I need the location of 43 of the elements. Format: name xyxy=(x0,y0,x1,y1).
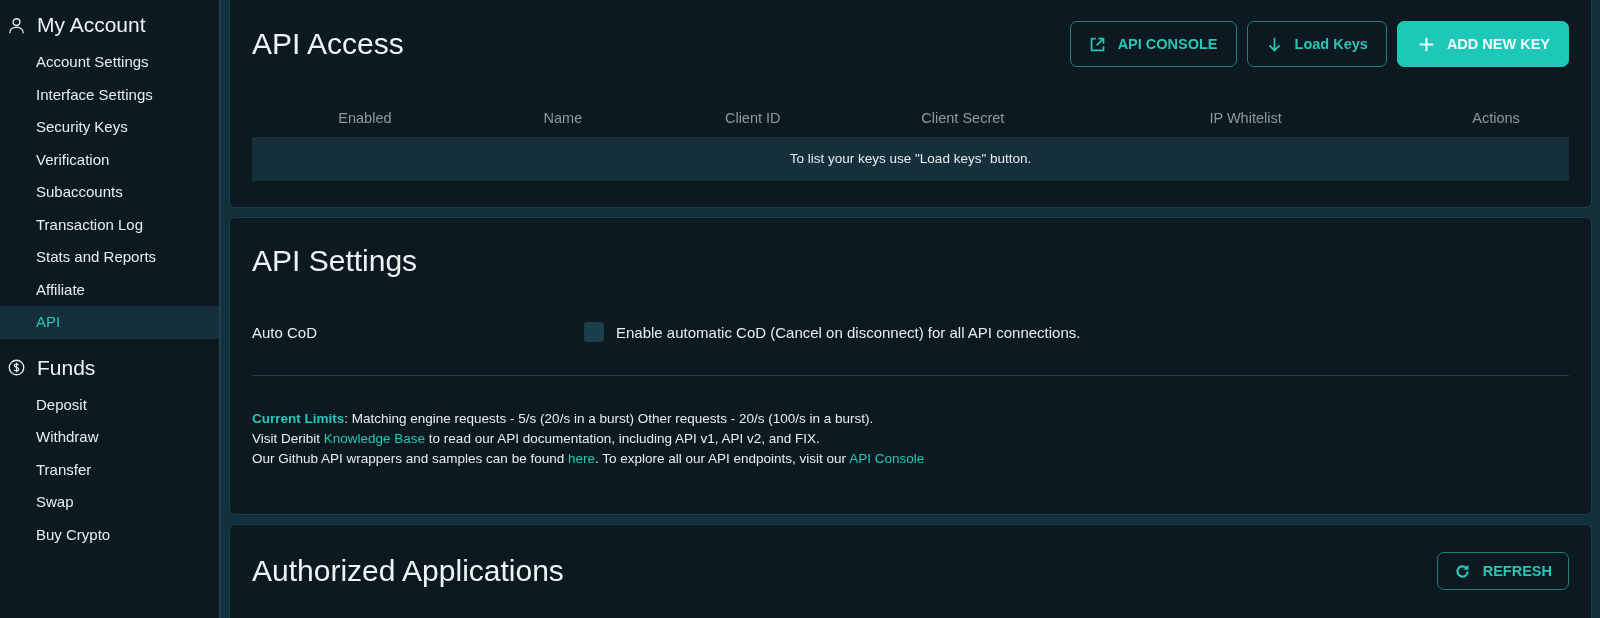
nav-item[interactable]: Interface Settings xyxy=(0,78,219,111)
refresh-button[interactable]: REFRESH xyxy=(1436,552,1569,590)
external-link-icon xyxy=(1088,35,1106,53)
panel-title: API Access xyxy=(252,27,404,61)
nav-item[interactable]: Deposit xyxy=(0,388,219,421)
column-header: Client Secret xyxy=(920,110,1006,126)
nav-item[interactable]: Transaction Log xyxy=(0,208,219,241)
column-header: Client ID xyxy=(723,110,782,126)
empty-table-message: To list your keys use "Load keys" button. xyxy=(252,137,1569,181)
checkbox[interactable] xyxy=(584,322,604,342)
panel-title: API Settings xyxy=(252,243,419,278)
column-header: Actions xyxy=(1471,110,1521,126)
nav-item[interactable]: Affiliate xyxy=(0,273,219,306)
nav-item[interactable]: Security Keys xyxy=(0,111,219,144)
text-link[interactable]: API Console xyxy=(849,451,925,466)
toolbar-button[interactable]: API CONSOLE xyxy=(1069,21,1237,67)
nav-item[interactable]: API xyxy=(0,306,219,339)
user-icon xyxy=(8,16,25,34)
column-header: IP Whitelist xyxy=(1208,110,1283,126)
checkbox-label: Enable automatic CoD (Cancel on disconnect) for all API connections. xyxy=(616,323,1081,341)
section-title: Funds xyxy=(37,355,96,380)
nav-item[interactable]: Withdraw xyxy=(0,421,219,454)
text-link[interactable]: Knowledge Base xyxy=(323,431,426,446)
refresh-icon xyxy=(1453,562,1471,580)
column-header: Name xyxy=(542,110,584,126)
nav-item[interactable]: Subaccounts xyxy=(0,176,219,209)
setting-label: Auto CoD xyxy=(252,323,319,341)
nav-item[interactable]: Transfer xyxy=(0,453,219,486)
nav-item[interactable]: Verification xyxy=(0,143,219,176)
toolbar-button[interactable]: Load Keys xyxy=(1246,21,1387,67)
plus-icon xyxy=(1417,35,1435,53)
info-text: Our Github API wrappers and samples can be found here. To explore all our API endpoints, visit our API Console xyxy=(252,450,926,468)
text-link[interactable]: here xyxy=(567,451,595,466)
nav-item[interactable]: Swap xyxy=(0,486,219,519)
section-title: My Account xyxy=(37,13,146,37)
info-text: Current Limits: Matching engine requests - 5/s (20/s in a burst) Other requests - 20/s (100/s in a burst). xyxy=(252,410,875,428)
info-text: Visit Deribit Knowledge Base to read our API documentation, including API v1, API v2, and FIX. xyxy=(252,430,821,448)
panel-title: Authorized Applications xyxy=(252,554,564,588)
column-header: Enabled xyxy=(337,110,393,126)
dollar-coin-icon xyxy=(8,359,25,376)
nav-item[interactable]: Account Settings xyxy=(0,46,219,79)
nav-item[interactable]: Stats and Reports xyxy=(0,241,219,274)
nav-item[interactable]: Buy Crypto xyxy=(0,518,219,551)
